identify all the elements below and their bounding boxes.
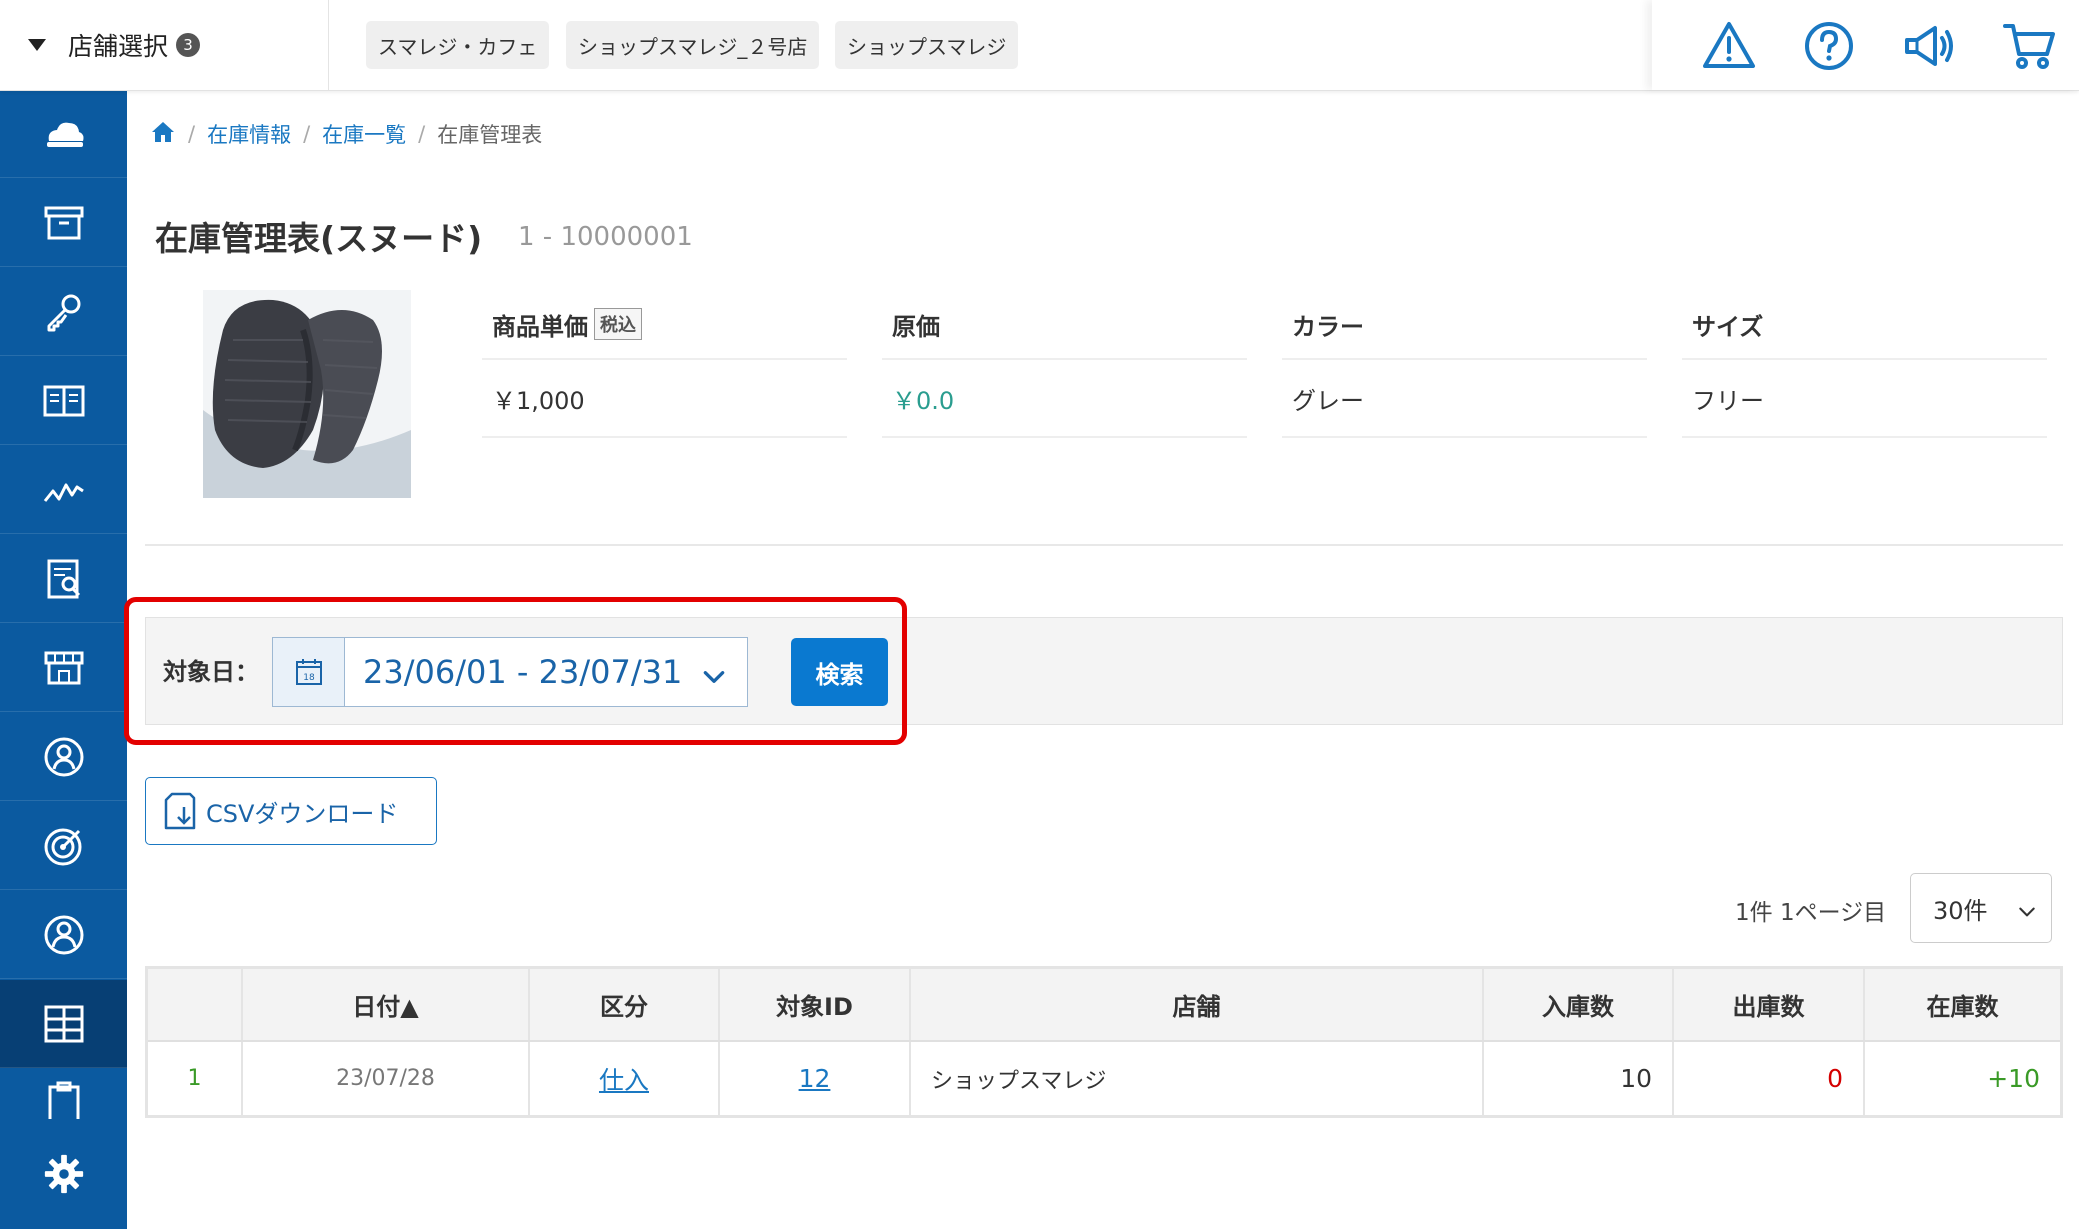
- date-range-value: 23/06/01 - 23/07/31: [363, 653, 683, 691]
- help-icon[interactable]: [1801, 18, 1857, 74]
- breadcrumb-stock-list[interactable]: 在庫一覧: [322, 119, 406, 149]
- store-select-button[interactable]: 店舗選択 3: [0, 0, 329, 90]
- col-header-no: [148, 969, 243, 1040]
- row-store: ショップスマレジ: [911, 1042, 1484, 1115]
- key-icon[interactable]: [0, 268, 127, 356]
- chevron-down-icon: [701, 660, 727, 698]
- price-label: 商品単価: [492, 312, 588, 341]
- col-header-in: 入庫数: [1484, 969, 1674, 1040]
- file-download-icon: [164, 792, 196, 830]
- col-header-stock: 在庫数: [1926, 993, 1999, 1021]
- row-type-link[interactable]: 仕入: [530, 1042, 720, 1115]
- warning-icon[interactable]: [1701, 18, 1757, 74]
- price-header: 商品単価 税込: [482, 290, 847, 360]
- cart-icon[interactable]: [2001, 18, 2057, 74]
- user-badge-icon[interactable]: [0, 713, 127, 801]
- breadcrumb-separator: /: [418, 122, 426, 146]
- per-page-select[interactable]: 30件: [1910, 873, 2052, 943]
- breadcrumb-separator: /: [303, 122, 311, 146]
- search-button[interactable]: 検索: [791, 638, 888, 706]
- row-out-qty: 0: [1674, 1042, 1865, 1115]
- calendar-day: 18: [303, 673, 315, 683]
- product-code: 1 - 10000001: [518, 222, 693, 252]
- stock-history-table: 日付▲ 区分 対象ID 店舗 入庫数 出庫数 在庫数 1 23/07/28 仕入…: [145, 966, 2063, 1118]
- col-header-type: 区分: [530, 969, 720, 1040]
- user-circle-icon[interactable]: [0, 891, 127, 979]
- page-title: 在庫管理表(スヌード): [155, 219, 483, 258]
- row-in-qty: 10: [1484, 1042, 1674, 1115]
- home-icon[interactable]: [150, 119, 176, 150]
- breadcrumb-current: 在庫管理表: [437, 123, 543, 147]
- cost-label: 原価: [882, 290, 1247, 360]
- row-target-id-link[interactable]: 12: [720, 1042, 911, 1115]
- cloud-icon[interactable]: [0, 90, 127, 178]
- per-page-value: 30件: [1933, 896, 1988, 925]
- chevron-down-icon: [2017, 900, 2037, 928]
- tax-included-tag: 税込: [594, 308, 642, 340]
- breadcrumb-separator: /: [188, 122, 196, 146]
- megaphone-icon[interactable]: [1901, 18, 1957, 74]
- grid-icon[interactable]: [0, 980, 127, 1068]
- col-header-store: 店舗: [911, 969, 1484, 1040]
- product-photo: [203, 290, 411, 498]
- target-icon[interactable]: [0, 802, 127, 890]
- col-header-target-id: 対象ID: [720, 969, 911, 1040]
- gear-icon[interactable]: [0, 1119, 127, 1229]
- store-count-badge: 3: [176, 33, 201, 57]
- breadcrumb: / 在庫情報 / 在庫一覧 / 在庫管理表: [150, 118, 542, 150]
- store-icon[interactable]: [0, 624, 127, 712]
- divider: [145, 544, 2063, 546]
- store-select-label: 店舗選択: [68, 32, 169, 61]
- sidebar: [0, 90, 127, 1229]
- row-date: 23/07/28: [243, 1042, 530, 1115]
- chart-line-icon[interactable]: [0, 446, 127, 534]
- cost-value: ￥0.0: [882, 360, 1247, 438]
- row-number: 1: [148, 1042, 243, 1115]
- csv-download-button[interactable]: CSVダウンロード: [145, 777, 437, 845]
- store-chip-3[interactable]: ショップスマレジ: [835, 21, 1019, 69]
- csv-download-label: CSVダウンロード: [206, 799, 399, 828]
- cost-column: 原価 ￥0.0: [882, 290, 1247, 438]
- store-chip-1[interactable]: スマレジ・カフェ: [366, 21, 550, 69]
- caret-down-icon: [28, 39, 46, 51]
- size-value: フリー: [1682, 360, 2047, 438]
- table-header-row: 日付▲ 区分 対象ID 店舗 入庫数 出庫数 在庫数: [148, 969, 2060, 1042]
- report-search-icon[interactable]: [0, 535, 127, 623]
- calendar-icon[interactable]: 18: [272, 637, 345, 707]
- table-row: 1 23/07/28 仕入 12 ショップスマレジ 10 0 +10: [148, 1042, 2060, 1115]
- price-column: 商品単価 税込 ￥1,000: [482, 290, 847, 438]
- date-range-picker[interactable]: 18 23/06/01 - 23/07/31: [272, 637, 748, 707]
- size-column: サイズ フリー: [1682, 290, 2047, 438]
- color-value: グレー: [1282, 360, 1647, 438]
- col-header-date-sort[interactable]: 日付▲: [243, 969, 530, 1040]
- target-date-label: 対象日：: [163, 658, 259, 686]
- color-label: カラー: [1282, 290, 1647, 360]
- row-stock-qty: +10: [1987, 1064, 2040, 1093]
- size-label: サイズ: [1682, 290, 2047, 360]
- book-icon[interactable]: [0, 357, 127, 445]
- date-range-input[interactable]: 23/06/01 - 23/07/31: [345, 637, 748, 707]
- page-info: 1件 1ページ目: [1735, 900, 1887, 926]
- archive-box-icon[interactable]: [0, 179, 127, 267]
- top-icon-bar: [1652, 0, 2079, 90]
- col-header-out: 出庫数: [1674, 969, 1865, 1040]
- store-chip-2[interactable]: ショップスマレジ_２号店: [566, 21, 820, 69]
- price-value: ￥1,000: [482, 360, 847, 438]
- breadcrumb-stock-info[interactable]: 在庫情報: [207, 119, 291, 149]
- top-bar: 店舗選択 3 スマレジ・カフェ ショップスマレジ_２号店 ショップスマレジ: [0, 0, 2079, 91]
- color-column: カラー グレー: [1282, 290, 1647, 438]
